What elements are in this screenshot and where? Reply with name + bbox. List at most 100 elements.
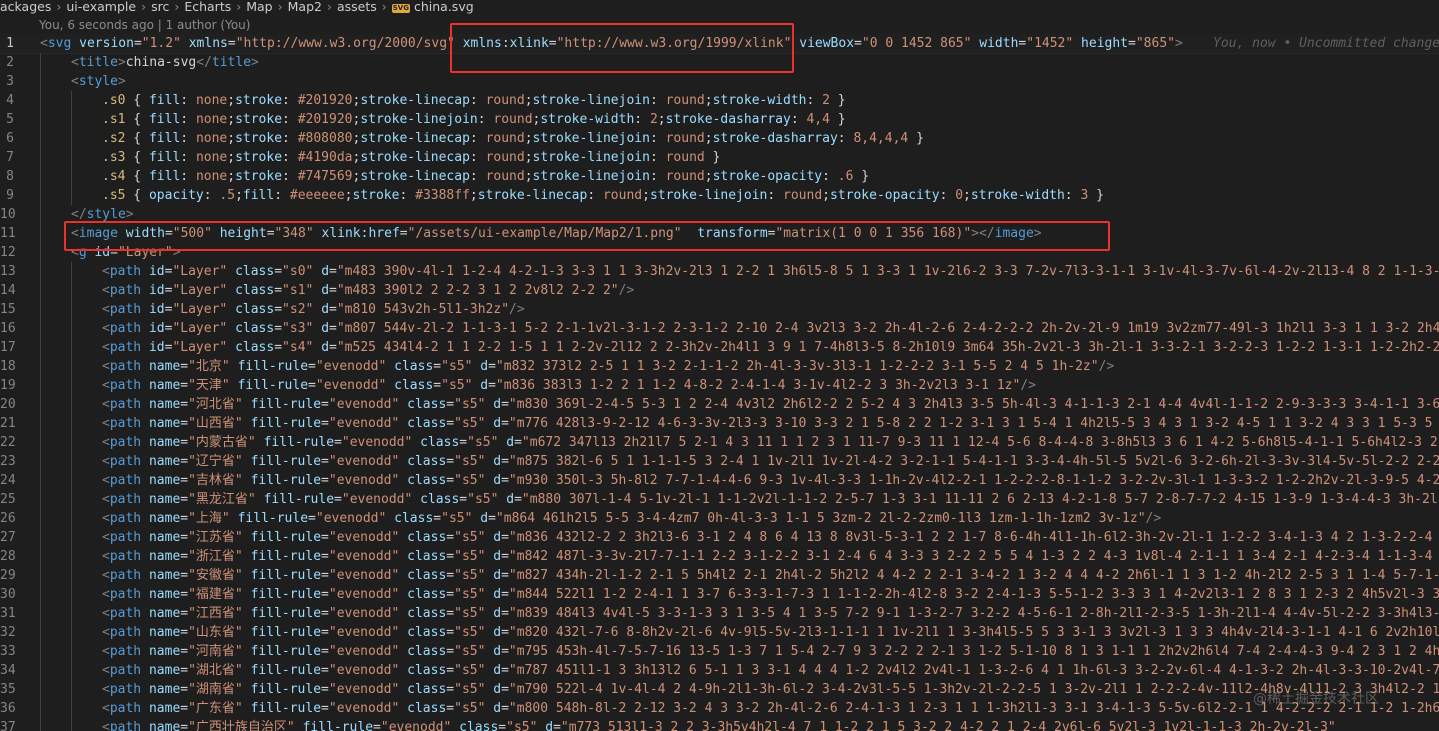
code-line[interactable]: 25 <path name="黑龙江省" fill-rule="evenodd" … (0, 490, 1439, 509)
code-line[interactable]: 16 <path id="Layer" class="s3" d="m807 54… (0, 319, 1439, 338)
code-line[interactable]: 26 <path name="上海" fill-rule="evenodd" cl… (0, 509, 1439, 528)
breadcrumb: ackages › ui-example › src › Echarts › Map › Map2 ›… (0, 0, 1439, 16)
indent-guide (40, 376, 41, 395)
indent-guide (40, 623, 41, 642)
breadcrumb-item[interactable]: src (151, 0, 169, 14)
line-number: 12 (0, 245, 16, 260)
line-number: 14 (0, 283, 16, 298)
indent-guide (40, 262, 41, 281)
code-line[interactable]: 32 <path name="山东省" fill-rule="evenodd" c… (0, 623, 1439, 642)
code-line[interactable]: 30 <path name="福建省" fill-rule="evenodd" c… (0, 585, 1439, 604)
code-text: .s5 { opacity: .5;fill: #eeeeee;stroke: … (102, 188, 1104, 203)
code-text: <path name="河南省" fill-rule="evenodd" cla… (102, 644, 1439, 659)
code-line[interactable]: 34 <path name="湖北省" fill-rule="evenodd" c… (0, 661, 1439, 680)
code-line[interactable]: 6 .s2 { fill: none;stroke: #808080;stroke… (0, 129, 1439, 148)
indent-guide (71, 395, 72, 414)
breadcrumb-item[interactable]: assets (337, 0, 377, 14)
indent-guide (71, 604, 72, 623)
code-line[interactable]: 36 <path name="广东省" fill-rule="evenodd" c… (0, 699, 1439, 718)
code-text: .s3 { fill: none;stroke: #4190da;stroke-… (102, 150, 721, 165)
code-line[interactable]: 31 <path name="江西省" fill-rule="evenodd" c… (0, 604, 1439, 623)
code-line[interactable]: 37 <path name="广西壮族自治区" fill-rule="evenod… (0, 718, 1439, 731)
code-text: <path name="安徽省" fill-rule="evenodd" cla… (102, 568, 1439, 583)
line-number: 32 (0, 625, 16, 640)
code-line[interactable]: 20 <path name="河北省" fill-rule="evenodd" c… (0, 395, 1439, 414)
code-line[interactable]: 3 <style> (0, 72, 1439, 91)
code-line[interactable]: 22 <path name="内蒙古省" fill-rule="evenodd" … (0, 433, 1439, 452)
code-line[interactable]: 35 <path name="湖南省" fill-rule="evenodd" c… (0, 680, 1439, 699)
indent-guide (71, 357, 72, 376)
indent-guide (71, 414, 72, 433)
code-text: <path name="天津" fill-rule="evenodd" clas… (102, 378, 1036, 393)
breadcrumb-item[interactable]: Map2 (288, 0, 322, 14)
indent-guide (71, 91, 72, 110)
code-text: <path name="广东省" fill-rule="evenodd" cla… (102, 701, 1439, 716)
code-line[interactable]: 18 <path name="北京" fill-rule="evenodd" cl… (0, 357, 1439, 376)
line-number: 33 (0, 644, 16, 659)
code-text: <path name="江西省" fill-rule="evenodd" cla… (102, 606, 1439, 621)
code-text: <path name="黑龙江省" fill-rule="evenodd" cl… (102, 492, 1439, 507)
indent-guide (40, 224, 41, 243)
code-text: <path id="Layer" class="s0" d="m483 390v… (102, 264, 1439, 279)
code-line[interactable]: 13 <path id="Layer" class="s0" d="m483 39… (0, 262, 1439, 281)
breadcrumb-separator-icon: › (326, 0, 332, 14)
indent-guide (40, 490, 41, 509)
breadcrumb-item[interactable]: china.svg (414, 0, 474, 14)
indent-guide (71, 338, 72, 357)
indent-guide (71, 319, 72, 338)
indent-guide (71, 680, 72, 699)
breadcrumb-item[interactable]: Echarts (184, 0, 231, 14)
code-line[interactable]: 8 .s4 { fill: none;stroke: #747569;stroke… (0, 167, 1439, 186)
code-text: .s4 { fill: none;stroke: #747569;stroke-… (102, 169, 870, 184)
indent-guide (40, 72, 41, 91)
code-line[interactable]: 5 .s1 { fill: none;stroke: #201920;stroke… (0, 110, 1439, 129)
code-editor[interactable]: 1 <svg version="1.2" xmlns="http://www.w3… (0, 34, 1439, 731)
line-number: 8 (6, 169, 14, 184)
code-line[interactable]: 17 <path id="Layer" class="s4" d="m525 43… (0, 338, 1439, 357)
code-line[interactable]: 12 <g id="Layer"> (0, 243, 1439, 262)
breadcrumb-item[interactable]: ui-example (66, 0, 136, 14)
git-blame-annotation[interactable]: You, 6 seconds ago | 1 author (You) (39, 17, 250, 33)
code-text: <path id="Layer" class="s2" d="m810 543v… (102, 302, 525, 317)
indent-guide (71, 661, 72, 680)
code-line[interactable]: 14 <path id="Layer" class="s1" d="m483 39… (0, 281, 1439, 300)
code-line[interactable]: 7 .s3 { fill: none;stroke: #4190da;stroke… (0, 148, 1439, 167)
breadcrumb-item[interactable]: ackages (0, 0, 51, 14)
indent-guide (40, 699, 41, 718)
indent-guide (40, 167, 41, 186)
code-text: </style> (71, 207, 134, 222)
line-number: 29 (0, 568, 16, 583)
code-text: <path name="广西壮族自治区" fill-rule="evenodd"… (102, 720, 1336, 731)
indent-guide (40, 661, 41, 680)
indent-guide (40, 129, 41, 148)
code-line[interactable]: 28 <path name="浙江省" fill-rule="evenodd" c… (0, 547, 1439, 566)
code-text: <svg version="1.2" xmlns="http://www.w3.… (40, 36, 1183, 51)
code-line[interactable]: 27 <path name="江苏省" fill-rule="evenodd" c… (0, 528, 1439, 547)
indent-guide (71, 167, 72, 186)
code-line[interactable]: 11 <image width="500" height="348" xlink:… (0, 224, 1439, 243)
code-line[interactable]: 21 <path name="山西省" fill-rule="evenodd" c… (0, 414, 1439, 433)
code-line[interactable]: 33 <path name="河南省" fill-rule="evenodd" c… (0, 642, 1439, 661)
indent-guide (40, 281, 41, 300)
breadcrumb-item[interactable]: Map (246, 0, 272, 14)
code-line[interactable]: 24 <path name="吉林省" fill-rule="evenodd" c… (0, 471, 1439, 490)
code-line[interactable]: 23 <path name="辽宁省" fill-rule="evenodd" c… (0, 452, 1439, 471)
code-line[interactable]: 9 .s5 { opacity: .5;fill: #eeeeee;stroke:… (0, 186, 1439, 205)
code-line[interactable]: 4 .s0 { fill: none;stroke: #201920;stroke… (0, 91, 1439, 110)
code-text: <path name="上海" fill-rule="evenodd" clas… (102, 511, 1162, 526)
indent-guide (40, 319, 41, 338)
code-line[interactable]: 19 <path name="天津" fill-rule="evenodd" cl… (0, 376, 1439, 395)
code-text: .s0 { fill: none;stroke: #201920;stroke-… (102, 93, 846, 108)
indent-guide (40, 186, 41, 205)
indent-guide (40, 395, 41, 414)
line-number: 36 (0, 701, 16, 716)
line-number: 37 (0, 720, 16, 731)
code-line[interactable]: 15 <path id="Layer" class="s2" d="m810 54… (0, 300, 1439, 319)
code-line[interactable]: 10 </style> (0, 205, 1439, 224)
code-line[interactable]: 29 <path name="安徽省" fill-rule="evenodd" c… (0, 566, 1439, 585)
indent-guide (71, 585, 72, 604)
code-line[interactable]: 2 <title>china-svg</title> (0, 53, 1439, 72)
code-line[interactable]: 1 <svg version="1.2" xmlns="http://www.w3… (0, 34, 1439, 54)
indent-guide (71, 642, 72, 661)
line-number: 25 (0, 492, 16, 507)
